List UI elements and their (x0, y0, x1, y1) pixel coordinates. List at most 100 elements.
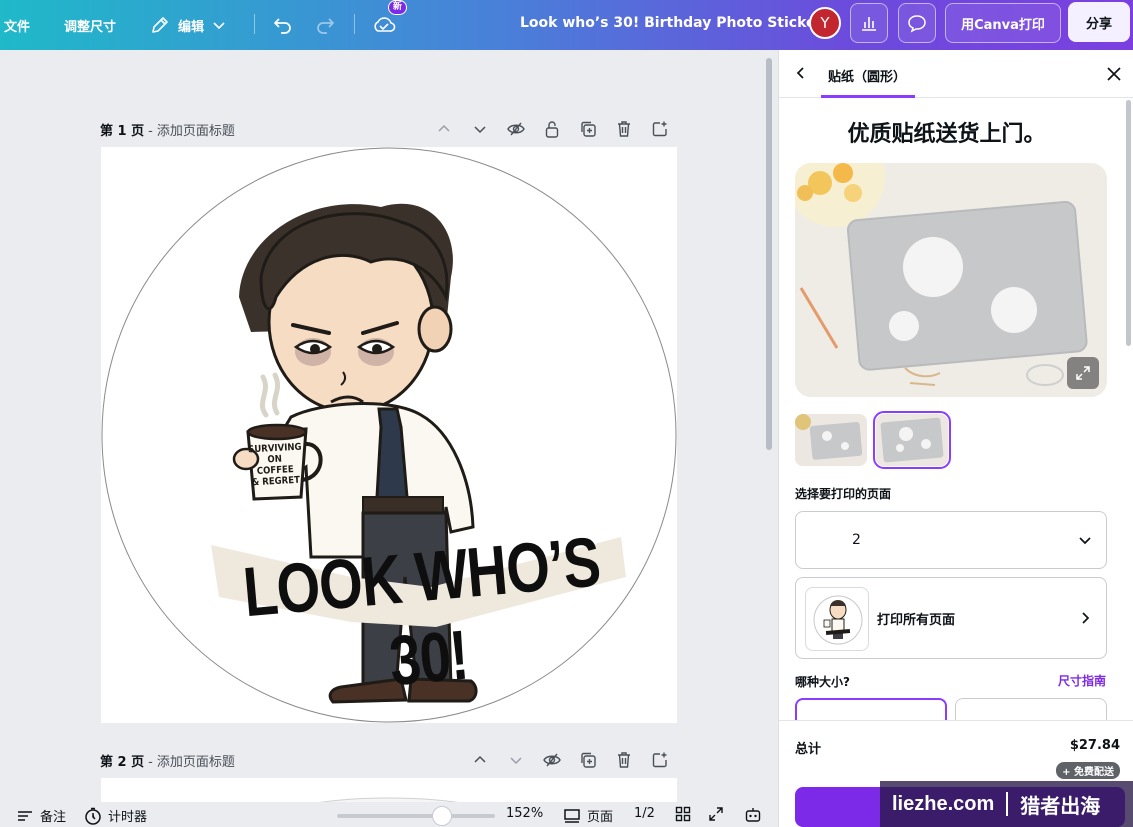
page-select-dropdown[interactable]: 2 (795, 511, 1107, 569)
comments-button[interactable] (898, 3, 936, 43)
page-select-value: 2 (852, 532, 861, 548)
bottom-toolbar: 备注 计时器 152% 页面 1/2 (0, 802, 778, 827)
edit-label: 编辑 (178, 19, 205, 35)
laptop-sticker-photo (795, 163, 1107, 397)
sticker-mini-preview (813, 595, 863, 645)
eye-slash-icon (543, 753, 561, 767)
sticker-headline: LOOK WHO’S 30! (240, 521, 603, 701)
undo-button[interactable] (272, 0, 294, 50)
page-down-button[interactable] (462, 121, 498, 137)
pages-icon (564, 808, 580, 823)
page-1-header: 第 1 页 - 添加页面标题 (100, 117, 678, 141)
watermark-site: liezhe.com (892, 792, 995, 815)
watermark: liezhe.com 猎者出海 (880, 781, 1133, 827)
page-down-button[interactable] (498, 752, 534, 768)
chevron-down-icon (474, 126, 486, 134)
preview-thumbnail[interactable] (795, 414, 867, 466)
free-shipping-badge: + 免费配送 (1056, 762, 1120, 779)
panel-headline: 优质贴纸送货上门。 (847, 122, 1046, 147)
expand-preview-button[interactable] (1067, 357, 1099, 389)
add-page-button[interactable] (642, 751, 678, 769)
notes-button[interactable]: 备注 (16, 806, 66, 825)
thumbnail-image (876, 414, 948, 466)
canvas-area: 第 1 页 - 添加页面标题 SURVIVING ON COFFEE & REG… (0, 50, 778, 827)
panel-scrollbar[interactable] (1126, 100, 1131, 346)
add-page-icon (652, 121, 667, 137)
select-pages-label: 选择要打印的页面 (795, 487, 892, 501)
notes-label: 备注 (40, 810, 67, 825)
eye-slash-icon (507, 122, 525, 136)
edit-menu[interactable]: 编辑 (150, 0, 226, 50)
lock-page-button[interactable] (534, 120, 570, 138)
page-2-header: 第 2 页 - 添加页面标题 (100, 748, 678, 772)
delete-page-button[interactable] (606, 120, 642, 138)
duplicate-page-button[interactable] (570, 751, 606, 769)
avatar[interactable]: Y (809, 7, 841, 39)
print-all-label: 打印所有页面 (877, 613, 956, 628)
print-all-pages-option[interactable]: 打印所有页面 (795, 577, 1107, 659)
size-question-label: 哪种大小? (795, 675, 850, 689)
chevron-left-icon (796, 67, 804, 79)
back-button[interactable] (793, 65, 809, 85)
trash-icon (618, 752, 630, 768)
lock-icon (545, 121, 559, 138)
size-guide-link[interactable]: 尺寸指南 (1058, 672, 1106, 689)
resize-button[interactable]: 调整尺寸 (64, 0, 116, 50)
design-page-1[interactable]: SURVIVING ON COFFEE & REGRET LOOK WHO’S … (101, 147, 677, 723)
share-button[interactable]: 分享 (1068, 2, 1130, 42)
close-panel-button[interactable] (1105, 65, 1123, 87)
robot-icon (745, 808, 761, 822)
zoom-slider-handle[interactable] (432, 806, 452, 826)
analytics-button[interactable] (850, 3, 888, 43)
zoom-level[interactable]: 152% (506, 806, 543, 821)
preview-thumbnail-selected[interactable] (873, 411, 951, 469)
panel-tab-title: 贴纸（圆形） (828, 70, 907, 85)
canvas-scrollbar[interactable] (766, 58, 772, 450)
print-with-canva-button[interactable]: 用Canva打印 (945, 3, 1061, 43)
new-badge: 新 (388, 0, 408, 15)
assistant-button[interactable] (744, 806, 762, 824)
redo-button[interactable] (314, 0, 336, 50)
add-page-button[interactable] (642, 120, 678, 138)
duplicate-page-button[interactable] (570, 120, 606, 138)
print-panel: 贴纸（圆形） 优质贴纸送货上门。 选择要打印的页面 2 打印所有页面 哪种大小?… (778, 50, 1133, 827)
timer-button[interactable]: 计时器 (84, 806, 147, 825)
page-title-input[interactable]: - 添加页面标题 (148, 751, 235, 770)
fullscreen-button[interactable] (708, 806, 724, 822)
page-counter: 1/2 (634, 806, 655, 821)
document-title[interactable]: Look who’s 30! Birthday Photo Sticker (520, 0, 822, 46)
file-menu[interactable]: 文件 (4, 0, 30, 50)
page-number: 第 2 页 (100, 754, 145, 770)
comment-icon (908, 15, 926, 33)
timer-label: 计时器 (108, 810, 148, 825)
page-title-input[interactable]: - 添加页面标题 (148, 120, 235, 139)
page-up-button[interactable] (426, 121, 462, 137)
delete-page-button[interactable] (606, 751, 642, 769)
pencil-icon (152, 17, 168, 33)
chevron-up-icon (474, 755, 486, 763)
hide-page-button[interactable] (498, 121, 534, 137)
pages-button[interactable]: 页面 (563, 806, 613, 825)
zoom-slider[interactable] (337, 814, 495, 818)
watermark-divider (1006, 792, 1009, 816)
page-number: 第 1 页 (100, 123, 145, 139)
chevron-down-icon (213, 22, 225, 30)
hide-page-button[interactable] (534, 752, 570, 768)
grid-view-button[interactable] (675, 806, 691, 822)
grid-icon (675, 806, 691, 822)
total-price: $27.84 (1069, 738, 1120, 753)
top-toolbar: 文件 调整尺寸 编辑 新 Look who’s 30! Birthday Pho… (0, 0, 1133, 50)
bar-chart-icon (862, 17, 876, 31)
panel-tab-underline (821, 95, 915, 98)
page-up-button[interactable] (462, 752, 498, 768)
notes-icon (18, 810, 32, 821)
page-actions (426, 117, 678, 141)
expand-icon (1076, 366, 1090, 380)
chevron-down-icon (510, 757, 522, 765)
chevron-down-icon (1079, 537, 1091, 545)
duplicate-icon (581, 121, 596, 137)
mug-text: SURVIVING ON COFFEE & REGRET (248, 442, 302, 489)
chevron-up-icon (438, 124, 450, 132)
cloud-check-icon (374, 17, 396, 32)
redo-icon (317, 18, 334, 34)
